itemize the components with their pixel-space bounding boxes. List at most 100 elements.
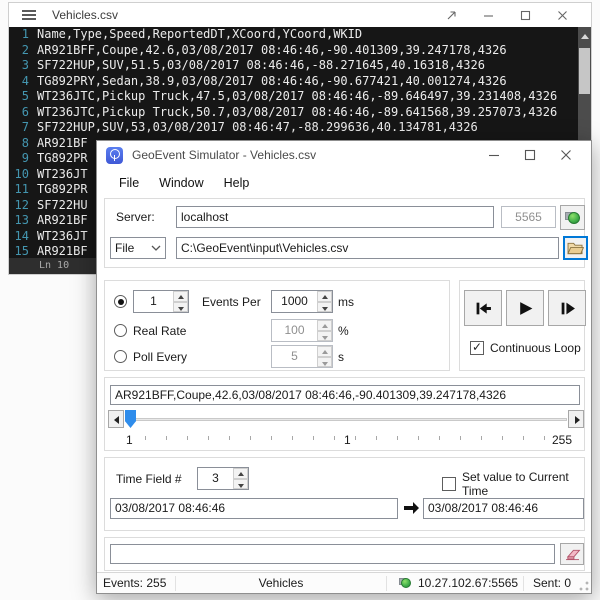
set-current-time-label: Set value to Current Time bbox=[462, 470, 584, 498]
arrow-right-icon bbox=[403, 501, 420, 515]
csv-line: 5WT236JTC,Pickup Truck,47.5,03/08/2017 0… bbox=[9, 89, 591, 105]
play-icon bbox=[517, 300, 534, 317]
hamburger-menu-icon[interactable] bbox=[22, 10, 36, 20]
spinner-up-icon bbox=[318, 291, 332, 302]
server-port-input[interactable]: 5565 bbox=[501, 206, 556, 228]
set-current-time-checkbox[interactable] bbox=[442, 477, 456, 491]
real-rate-radio[interactable] bbox=[114, 324, 127, 337]
time-field-spinner[interactable]: 3 bbox=[197, 467, 249, 490]
csv-line: 1Name,Type,Speed,ReportedDT,XCoord,YCoor… bbox=[9, 27, 591, 43]
connection-status-icon bbox=[399, 577, 412, 590]
current-event-field[interactable]: AR921BFF,Coupe,42.6,03/08/2017 08:46:46,… bbox=[110, 385, 580, 405]
connection-group: Server: localhost 5565 File C:\GeoEvent\… bbox=[104, 198, 585, 268]
slider-ticks bbox=[145, 436, 565, 440]
poll-spinner: 5 bbox=[271, 345, 333, 368]
spinner-down-icon bbox=[318, 331, 332, 342]
percent-unit-label: % bbox=[338, 324, 349, 338]
clear-button[interactable] bbox=[560, 543, 584, 565]
resize-grip[interactable] bbox=[579, 581, 589, 591]
slider-thumb[interactable] bbox=[125, 410, 136, 428]
continuous-loop-row[interactable]: Continuous Loop bbox=[470, 341, 581, 355]
slider-track[interactable] bbox=[126, 418, 567, 421]
simulation-name: Vehicles bbox=[176, 576, 386, 590]
time-field-label: Time Field # bbox=[116, 472, 182, 486]
play-button[interactable] bbox=[506, 290, 544, 326]
maximize-icon[interactable] bbox=[523, 148, 537, 162]
slider-max-label: 255 bbox=[549, 433, 575, 447]
minimize-icon[interactable] bbox=[487, 148, 501, 162]
expand-icon[interactable] bbox=[444, 8, 458, 22]
events-per-radio[interactable] bbox=[114, 295, 127, 308]
scrollbar-thumb[interactable] bbox=[579, 48, 590, 94]
line-indicator: Ln 10 bbox=[39, 258, 69, 274]
progress-bar bbox=[110, 544, 555, 564]
scroll-up-icon[interactable] bbox=[581, 34, 589, 39]
simulator-titlebar[interactable]: GeoEvent Simulator - Vehicles.csv bbox=[97, 141, 591, 169]
spinner-down-icon bbox=[318, 302, 332, 313]
menu-window[interactable]: Window bbox=[149, 172, 213, 194]
event-count-spinner[interactable]: 1 bbox=[133, 290, 189, 313]
maximize-icon[interactable] bbox=[518, 8, 532, 22]
events-per-label: Events Per bbox=[202, 295, 261, 309]
poll-every-radio[interactable] bbox=[114, 350, 127, 363]
menubar: File Window Help bbox=[97, 169, 591, 196]
chevron-down-icon bbox=[151, 238, 161, 258]
csv-line: 6WT236JTC,Pickup Truck,50.7,03/08/2017 0… bbox=[9, 105, 591, 121]
file-path-input[interactable]: C:\GeoEvent\input\Vehicles.csv bbox=[176, 237, 559, 259]
rewind-button[interactable] bbox=[464, 290, 502, 326]
rate-group: 1 Events Per 1000 ms Real Rate 100 % Pol… bbox=[104, 280, 450, 371]
step-button[interactable] bbox=[548, 290, 586, 326]
continuous-loop-label: Continuous Loop bbox=[490, 341, 581, 355]
real-rate-spinner: 100 bbox=[271, 319, 333, 342]
spinner-up-icon bbox=[318, 320, 332, 331]
server-host-input[interactable]: localhost bbox=[176, 206, 494, 228]
spinner-down-icon bbox=[174, 302, 188, 313]
connect-icon bbox=[565, 210, 581, 226]
time-to-field[interactable]: 03/08/2017 08:46:46 bbox=[423, 498, 584, 519]
interval-spinner[interactable]: 1000 bbox=[271, 290, 333, 313]
playback-group: Continuous Loop bbox=[459, 280, 585, 371]
slider-left-arrow[interactable] bbox=[108, 410, 124, 428]
menu-help[interactable]: Help bbox=[214, 172, 260, 194]
open-folder-icon bbox=[567, 241, 584, 255]
editor-window-title: Vehicles.csv bbox=[52, 8, 118, 22]
spinner-up-icon bbox=[318, 346, 332, 357]
simulator-window-title: GeoEvent Simulator - Vehicles.csv bbox=[132, 148, 316, 162]
endpoint-address: 10.27.102.67:5565 bbox=[418, 576, 518, 590]
close-icon[interactable] bbox=[559, 148, 573, 162]
continuous-loop-checkbox[interactable] bbox=[470, 341, 484, 355]
csv-line: 4TG892PRY,Sedan,38.9,03/08/2017 08:46:46… bbox=[9, 74, 591, 90]
sent-count: Sent: 0 bbox=[524, 576, 571, 590]
menu-file[interactable]: File bbox=[109, 172, 149, 194]
set-current-time-row[interactable]: Set value to Current Time bbox=[442, 470, 584, 498]
csv-line: 3SF722HUP,SUV,51.5,03/08/2017 08:46:46,-… bbox=[9, 58, 591, 74]
csv-line: 7SF722HUP,SUV,53,03/08/2017 08:46:47,-88… bbox=[9, 120, 591, 136]
connect-button[interactable] bbox=[560, 205, 585, 230]
ms-unit-label: ms bbox=[338, 295, 354, 309]
events-count: Events: 255 bbox=[97, 576, 175, 590]
desktop: Vehicles.csv 1Name,Type,Speed,ReportedDT… bbox=[0, 0, 600, 600]
browse-file-button[interactable] bbox=[563, 236, 588, 260]
seconds-unit-label: s bbox=[338, 350, 344, 364]
csv-line: 2AR921BFF,Coupe,42.6,03/08/2017 08:46:46… bbox=[9, 43, 591, 59]
source-type-select[interactable]: File bbox=[110, 237, 166, 259]
eraser-icon bbox=[564, 548, 581, 561]
real-rate-label: Real Rate bbox=[133, 324, 186, 338]
simulator-window: GeoEvent Simulator - Vehicles.csv File W… bbox=[96, 140, 592, 594]
skip-to-start-icon bbox=[475, 300, 492, 317]
simulator-statusbar: Events: 255 Vehicles 10.27.102.67:5565 S… bbox=[97, 572, 591, 593]
time-from-field[interactable]: 03/08/2017 08:46:46 bbox=[110, 498, 398, 519]
editor-titlebar[interactable]: Vehicles.csv bbox=[9, 3, 591, 27]
slider-right-arrow[interactable] bbox=[568, 410, 584, 428]
minimize-icon[interactable] bbox=[481, 8, 495, 22]
time-field-group: Time Field # 3 Set value to Current Time… bbox=[104, 457, 585, 531]
spinner-down-icon bbox=[318, 357, 332, 368]
close-icon[interactable] bbox=[555, 8, 569, 22]
current-event-group: AR921BFF,Coupe,42.6,03/08/2017 08:46:46,… bbox=[104, 377, 585, 451]
slider-current-label: 1 bbox=[341, 433, 354, 447]
geoevent-app-icon bbox=[106, 147, 123, 164]
poll-every-label: Poll Every bbox=[133, 350, 187, 364]
slider-min-label: 1 bbox=[123, 433, 136, 447]
endpoint-panel: 10.27.102.67:5565 bbox=[387, 576, 523, 590]
step-forward-icon bbox=[559, 300, 576, 317]
